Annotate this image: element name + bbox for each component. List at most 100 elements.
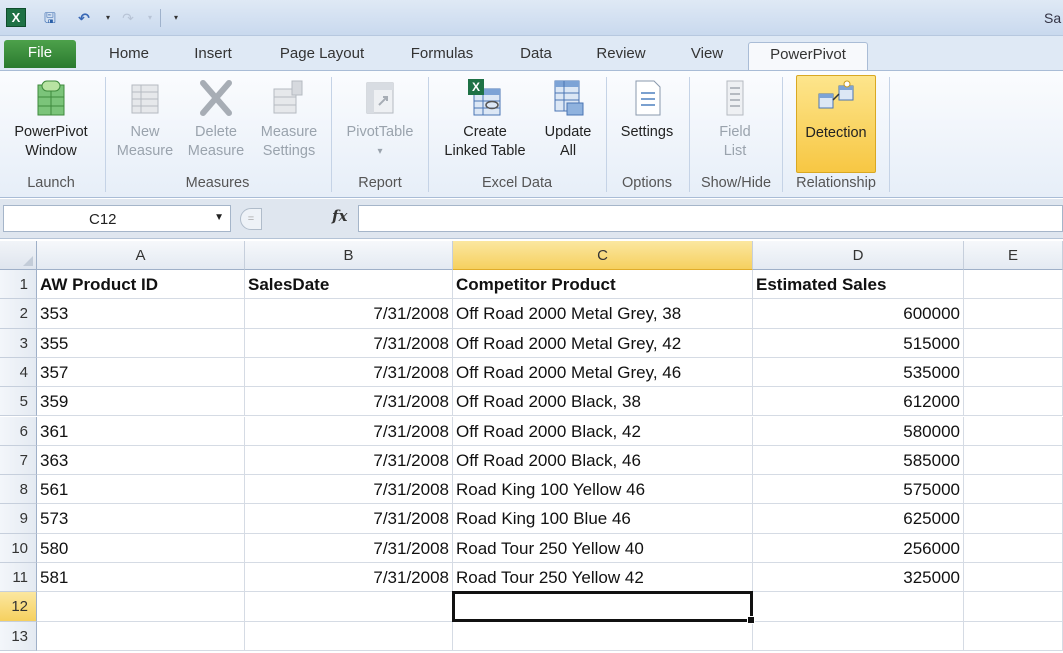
select-all-corner[interactable] — [0, 241, 37, 270]
cell-c4[interactable]: Off Road 2000 Metal Grey, 46 — [453, 357, 753, 388]
row-header-12[interactable]: 12 — [0, 592, 37, 622]
cell-d2[interactable]: 600000 — [753, 299, 964, 329]
cell-d12[interactable] — [753, 592, 964, 622]
detection-button[interactable]: Detection — [796, 75, 876, 173]
column-header-b[interactable]: B — [245, 241, 453, 270]
cell-b13[interactable] — [245, 621, 453, 651]
cell-a11[interactable]: 581 — [37, 563, 245, 593]
cell-b7[interactable]: 7/31/2008 — [245, 445, 453, 476]
cell-d4[interactable]: 535000 — [753, 357, 964, 388]
row-header-13[interactable]: 13 — [0, 621, 37, 651]
row-header-10[interactable]: 10 — [0, 533, 37, 563]
cell-e11[interactable] — [964, 563, 1063, 593]
cell-b1[interactable]: SalesDate — [245, 270, 453, 300]
cell-e1[interactable] — [964, 270, 1063, 300]
cell-b10[interactable]: 7/31/2008 — [245, 533, 453, 563]
column-header-c[interactable]: C — [453, 241, 753, 270]
cell-d8[interactable]: 575000 — [753, 475, 964, 505]
cell-b8[interactable]: 7/31/2008 — [245, 475, 453, 505]
cell-c13[interactable] — [453, 621, 753, 651]
column-header-e[interactable]: E — [964, 241, 1063, 270]
cell-d11[interactable]: 325000 — [753, 563, 964, 593]
cell-c8[interactable]: Road King 100 Yellow 46 — [453, 475, 753, 505]
cell-e6[interactable] — [964, 416, 1063, 446]
cell-a6[interactable]: 361 — [37, 416, 245, 446]
cell-b12[interactable] — [245, 592, 453, 622]
field-list-button[interactable]: Field List — [694, 77, 776, 161]
cell-b4[interactable]: 7/31/2008 — [245, 357, 453, 388]
cell-e7[interactable] — [964, 445, 1063, 476]
row-header-2[interactable]: 2 — [0, 299, 37, 329]
cell-e4[interactable] — [964, 357, 1063, 388]
powerpivot-window-button[interactable]: PowerPivot Window — [6, 77, 96, 161]
active-cell-selection[interactable] — [452, 591, 755, 624]
cell-e2[interactable] — [964, 299, 1063, 329]
name-box-dropdown-icon[interactable]: ▼ — [214, 212, 224, 223]
cell-d5[interactable]: 612000 — [753, 387, 964, 417]
row-header-9[interactable]: 9 — [0, 504, 37, 534]
tab-formulas[interactable]: Formulas — [403, 44, 481, 71]
cell-c10[interactable]: Road Tour 250 Yellow 40 — [453, 533, 753, 563]
cell-c5[interactable]: Off Road 2000 Black, 38 — [453, 387, 753, 417]
tab-insert[interactable]: Insert — [186, 44, 240, 71]
cell-d10[interactable]: 256000 — [753, 533, 964, 563]
cell-e3[interactable] — [964, 328, 1063, 358]
formula-bar-expander-icon[interactable]: = — [240, 208, 262, 230]
cell-b6[interactable]: 7/31/2008 — [245, 416, 453, 446]
cell-d1[interactable]: Estimated Sales — [753, 270, 964, 300]
create-linked-table-button[interactable]: X Create Linked Table — [434, 77, 536, 161]
row-header-11[interactable]: 11 — [0, 563, 37, 593]
pivottable-button[interactable]: PivotTable ▾ — [336, 77, 424, 161]
cell-a4[interactable]: 357 — [37, 357, 245, 388]
cell-c1[interactable]: Competitor Product — [453, 270, 753, 300]
tab-page-layout[interactable]: Page Layout — [272, 44, 372, 71]
update-all-button[interactable]: Update All — [536, 77, 600, 161]
cell-d6[interactable]: 580000 — [753, 416, 964, 446]
row-header-3[interactable]: 3 — [0, 328, 37, 358]
cell-e10[interactable] — [964, 533, 1063, 563]
row-header-8[interactable]: 8 — [0, 475, 37, 505]
measure-settings-button[interactable]: Measure Settings — [253, 77, 325, 161]
tab-data[interactable]: Data — [513, 44, 559, 71]
customize-qat-icon[interactable]: ▾ — [166, 8, 186, 28]
tab-home[interactable]: Home — [104, 44, 154, 71]
cell-d3[interactable]: 515000 — [753, 328, 964, 358]
cell-a2[interactable]: 353 — [37, 299, 245, 329]
cell-a3[interactable]: 355 — [37, 328, 245, 358]
cell-c11[interactable]: Road Tour 250 Yellow 42 — [453, 563, 753, 593]
cell-e12[interactable] — [964, 592, 1063, 622]
cell-a13[interactable] — [37, 621, 245, 651]
cell-b2[interactable]: 7/31/2008 — [245, 299, 453, 329]
tab-file[interactable]: File — [4, 40, 76, 68]
cell-d13[interactable] — [753, 621, 964, 651]
cell-c7[interactable]: Off Road 2000 Black, 46 — [453, 445, 753, 476]
row-header-7[interactable]: 7 — [0, 445, 37, 476]
cell-c2[interactable]: Off Road 2000 Metal Grey, 38 — [453, 299, 753, 329]
cell-e5[interactable] — [964, 387, 1063, 417]
new-measure-button[interactable]: New Measure — [110, 77, 180, 161]
cell-a10[interactable]: 580 — [37, 533, 245, 563]
cell-a8[interactable]: 561 — [37, 475, 245, 505]
cell-e8[interactable] — [964, 475, 1063, 505]
name-box[interactable]: C12 ▼ — [3, 205, 231, 232]
excel-logo-icon[interactable]: X — [6, 8, 26, 27]
cell-a12[interactable] — [37, 592, 245, 622]
cell-a7[interactable]: 363 — [37, 445, 245, 476]
cell-b5[interactable]: 7/31/2008 — [245, 387, 453, 417]
delete-measure-button[interactable]: Delete Measure — [180, 77, 252, 161]
insert-function-icon[interactable]: fx — [332, 207, 347, 225]
cell-b3[interactable]: 7/31/2008 — [245, 328, 453, 358]
cell-b9[interactable]: 7/31/2008 — [245, 504, 453, 534]
save-icon[interactable]: 🖫 — [40, 8, 60, 28]
undo-dropdown-icon[interactable]: ▾ — [98, 8, 118, 28]
cell-b11[interactable]: 7/31/2008 — [245, 563, 453, 593]
tab-view[interactable]: View — [684, 44, 730, 71]
settings-button[interactable]: Settings — [610, 77, 684, 142]
formula-input[interactable] — [358, 205, 1063, 232]
cell-e13[interactable] — [964, 621, 1063, 651]
cell-a5[interactable]: 359 — [37, 387, 245, 417]
cell-c6[interactable]: Off Road 2000 Black, 42 — [453, 416, 753, 446]
redo-icon[interactable]: ↷ — [118, 8, 138, 28]
tab-powerpivot[interactable]: PowerPivot — [748, 42, 868, 71]
redo-dropdown-icon[interactable]: ▾ — [140, 8, 160, 28]
